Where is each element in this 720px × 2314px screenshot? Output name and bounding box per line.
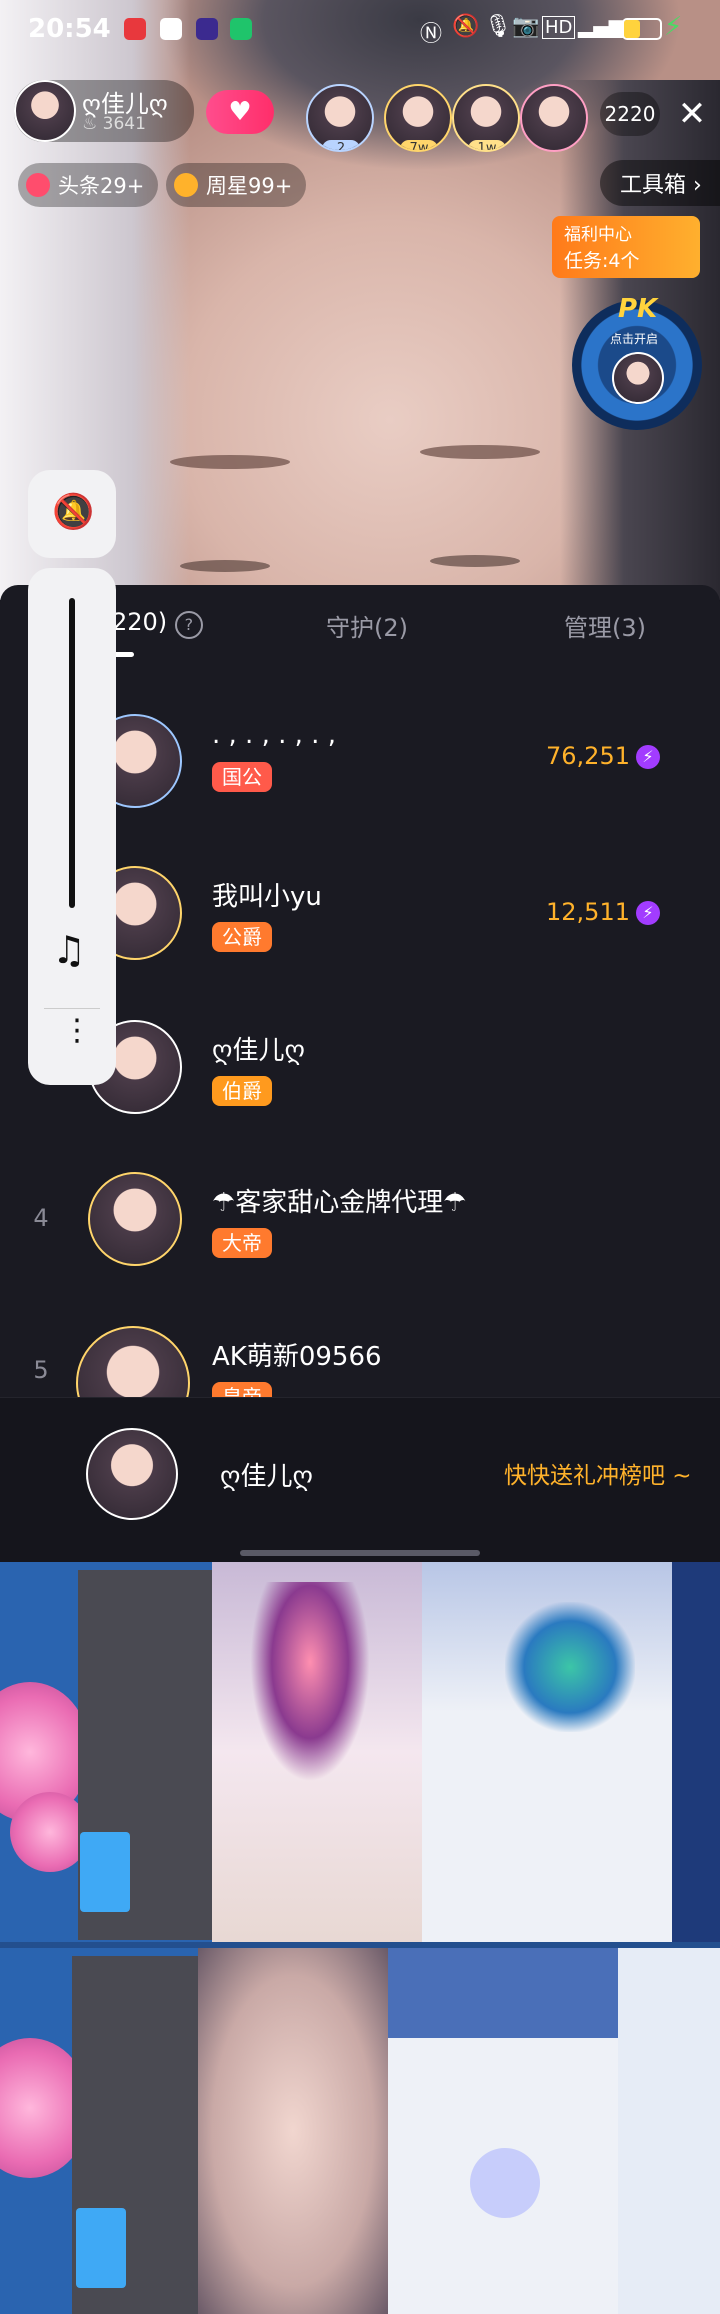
divider [44, 1008, 100, 1009]
toolbox-button[interactable]: 工具箱 › [600, 160, 720, 206]
rank-number: 4 [33, 1204, 49, 1232]
volume-panel: ♫ ⋮ [28, 568, 116, 1085]
level-badge: 大帝 [212, 1228, 272, 1258]
close-icon[interactable]: ✕ [672, 92, 712, 136]
flame-icon [26, 173, 50, 197]
list-item[interactable]: 5 AK萌新09566 皇帝 [0, 1320, 720, 1398]
user-avatar[interactable] [76, 1326, 190, 1398]
mute-bell-button[interactable]: 🔕 [28, 470, 116, 558]
welfare-task: 任务:4个 [564, 250, 640, 272]
lightning-icon: ⚡ [636, 901, 660, 925]
top-fan-avatar-2[interactable]: 7w [384, 84, 452, 152]
user-score: 76,251 ⚡ [480, 742, 660, 770]
viewer-count[interactable]: 2220 [600, 92, 660, 136]
camera-icon: 📷 [512, 14, 540, 39]
hd-icon: HD [542, 16, 576, 39]
preview-banner [76, 2208, 126, 2288]
signal-icon: ▂▄▆ [578, 14, 625, 38]
fire-icon: ♨ [82, 114, 103, 134]
pk-sub: 点击开启 [610, 332, 659, 346]
help-icon[interactable]: ? [174, 611, 203, 639]
status-time: 20:54 [28, 14, 111, 44]
app-icon [196, 18, 218, 40]
weekly-star-label: 周星99+ [206, 174, 293, 198]
user-name: . , . , . , . , [212, 720, 336, 750]
welfare-center[interactable]: 福利中心 任务:4个 [552, 216, 700, 278]
level-badge: 国公 [212, 762, 272, 792]
preview-character [250, 1582, 370, 1782]
host-fans: ♨ 3641 [82, 114, 146, 134]
list-item[interactable]: 4 ☂客家甜心金牌代理☂ 大帝 [0, 1168, 720, 1268]
nfc-icon: Ⓝ [420, 22, 443, 47]
pk-label: PK [618, 294, 658, 324]
heart-plus-icon: ♥ [228, 97, 252, 127]
host-avatar[interactable] [14, 80, 76, 142]
headline-tag[interactable]: 头条29+ [18, 163, 159, 207]
lightning-icon: ⚡ [636, 745, 660, 769]
top-fan-avatar-1[interactable]: 2 [306, 84, 374, 152]
wechat-icon [160, 18, 182, 40]
user-avatar[interactable] [88, 1172, 182, 1266]
weekly-star-tag[interactable]: 周星99+ [166, 163, 307, 207]
level-badge: 皇帝 [212, 1382, 272, 1398]
volume-slider[interactable] [69, 598, 75, 908]
preview-video [198, 1948, 388, 2314]
my-name: ღ佳儿ღ [220, 1462, 313, 1492]
battery-icon [622, 18, 662, 40]
welfare-title: 福利中心 [564, 225, 632, 245]
level-badge: 公爵 [212, 922, 272, 952]
tab-audience[interactable]: 220) ? [112, 608, 203, 639]
level-badge: 伯爵 [212, 1076, 272, 1106]
user-name: 我叫小yu [212, 882, 322, 912]
host-card[interactable]: ღ佳儿ღ ♨ 3641 [14, 80, 194, 142]
user-score: 12,511 ⚡ [480, 898, 660, 926]
tab-guard[interactable]: 守护(2) [326, 608, 408, 643]
preview-right-list [672, 1562, 720, 1942]
mute-icon: 🔕 [452, 14, 480, 39]
charging-icon: ⚡ [664, 12, 683, 42]
star-icon [174, 173, 198, 197]
sound-sidebar: 🔕 ♫ ⋮ [28, 470, 116, 1085]
bell-off-icon: 🔕 [52, 492, 95, 532]
preview-character-2 [505, 1602, 635, 1732]
mic-icon: 🎙 [484, 14, 512, 39]
music-note-icon[interactable]: ♫ [52, 928, 86, 972]
top-fan-avatar-4[interactable] [520, 84, 588, 152]
gesture-handle[interactable] [240, 1550, 480, 1556]
app-notification-icon [124, 18, 146, 40]
recent-app-previews[interactable] [0, 1562, 720, 2314]
my-avatar[interactable] [86, 1428, 178, 1520]
more-icon[interactable]: ⋮ [62, 1016, 92, 1046]
preview-chat-header [388, 1948, 618, 2038]
user-name: AK萌新09566 [212, 1342, 382, 1372]
status-bar: 20:54 Ⓝ 🔕 🎙 📷 HD ▂▄▆ ⚡ [0, 0, 720, 60]
headline-label: 头条29+ [58, 174, 145, 198]
follow-button[interactable]: ♥ [206, 90, 274, 134]
preview-banner [80, 1832, 130, 1912]
preview-overlay [470, 2148, 540, 2218]
user-name: ღ佳儿ღ [212, 1036, 305, 1066]
rank-number: 5 [33, 1356, 49, 1384]
tab-admin[interactable]: 管理(3) [564, 608, 646, 643]
pk-avatar [612, 352, 664, 404]
top-fan-avatar-3[interactable]: 1w [452, 84, 520, 152]
send-gift-prompt[interactable]: 快快送礼冲榜吧 ~ [504, 1456, 692, 1490]
app-icon-green [230, 18, 252, 40]
preview-right-list [618, 1948, 720, 2314]
app-preview-1[interactable] [0, 1562, 720, 1942]
app-preview-2[interactable] [0, 1948, 720, 2314]
my-rank-bar: ღ佳儿ღ 快快送礼冲榜吧 ~ [0, 1397, 720, 1563]
user-name: ☂客家甜心金牌代理☂ [212, 1188, 467, 1218]
pk-button[interactable]: PK 点击开启 [572, 294, 702, 430]
